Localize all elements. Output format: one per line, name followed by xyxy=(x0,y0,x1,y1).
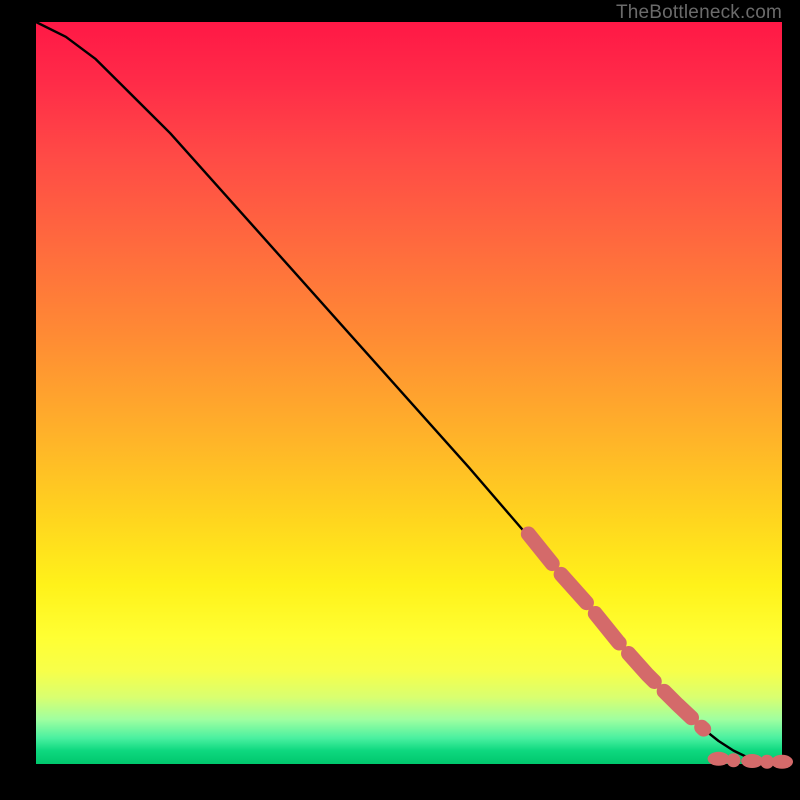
chart-stage: TheBottleneck.com xyxy=(0,0,800,800)
tail-dash xyxy=(741,754,763,768)
plot-area xyxy=(36,22,782,764)
tail-dash xyxy=(727,753,741,767)
chart-overlay xyxy=(36,22,782,764)
watermark-text: TheBottleneck.com xyxy=(616,2,782,24)
curve-line xyxy=(36,22,782,763)
tail-dash xyxy=(771,755,793,769)
highlight-segment xyxy=(528,534,703,729)
tail-dash xyxy=(708,752,730,766)
